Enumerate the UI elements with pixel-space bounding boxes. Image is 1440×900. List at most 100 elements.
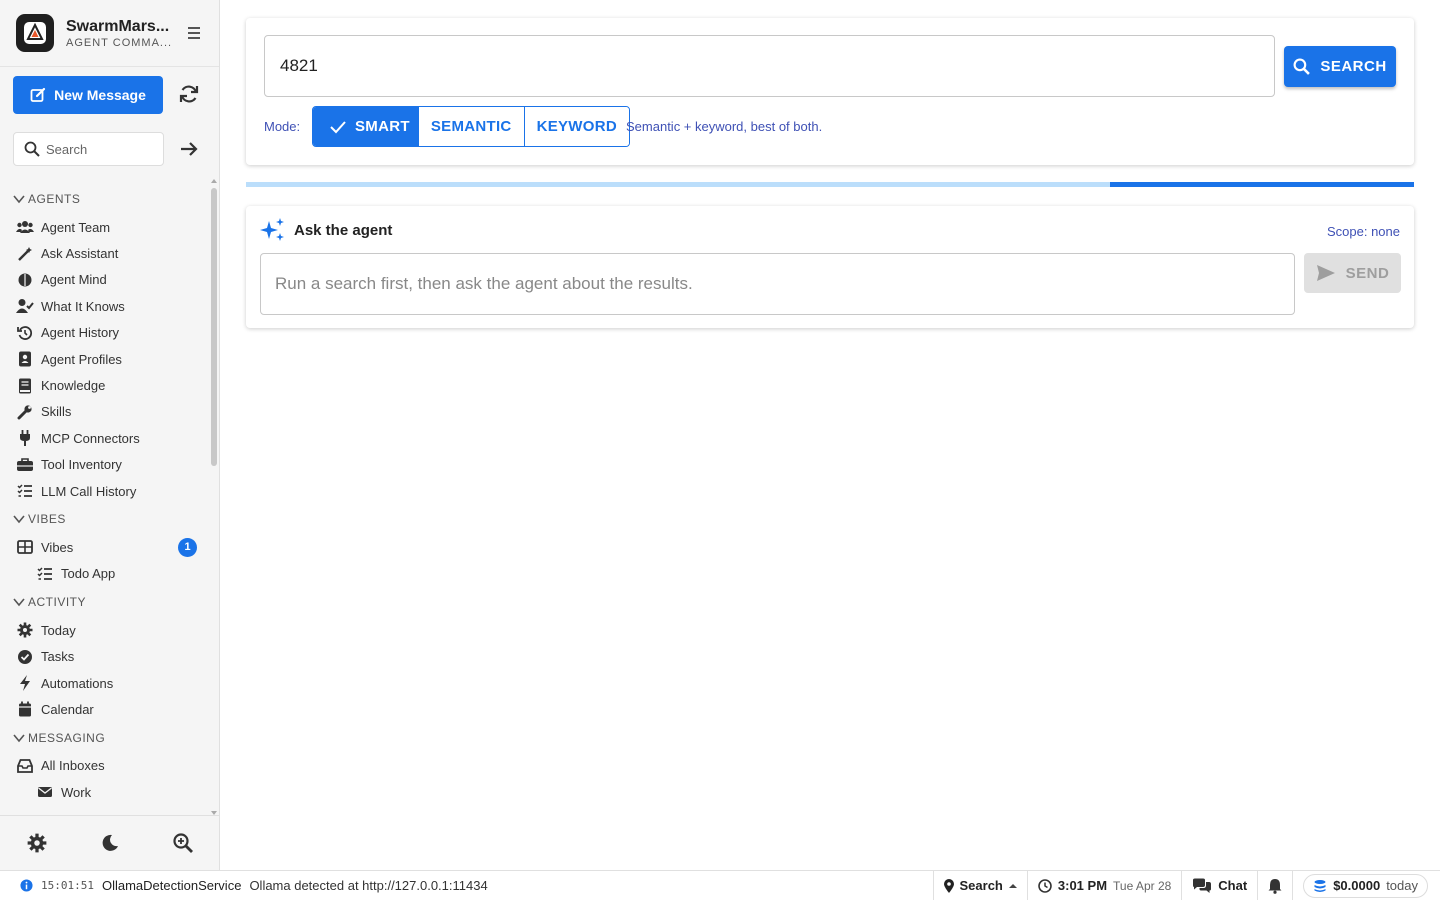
edit-icon <box>30 87 46 102</box>
arrow-right-icon[interactable] <box>178 138 200 160</box>
app-logo <box>16 14 54 52</box>
info-icon <box>20 879 33 892</box>
brain-icon <box>16 272 34 288</box>
app-title: SwarmMars... <box>66 17 170 35</box>
sidebar-item-agent-profiles[interactable]: Agent Profiles <box>0 346 210 372</box>
ask-agent-title: Ask the agent <box>294 221 393 239</box>
list-check-icon <box>16 483 34 499</box>
status-clock[interactable]: 3:01 PM Tue Apr 28 <box>1026 870 1181 900</box>
search-panel: SEARCH Mode: SMART SEMANTIC KEYWORD Sema… <box>246 18 1414 165</box>
status-chat[interactable]: Chat <box>1181 870 1257 900</box>
history-icon <box>16 325 34 341</box>
map-pin-icon <box>943 878 954 893</box>
section-agents[interactable]: AGENTS <box>0 184 210 214</box>
clock-icon <box>1038 878 1052 893</box>
sidebar-item-ask-assistant[interactable]: Ask Assistant <box>0 240 210 266</box>
grid-icon <box>16 539 34 555</box>
search-button[interactable]: SEARCH <box>1284 46 1396 87</box>
envelope-icon <box>36 784 54 800</box>
new-message-button[interactable]: New Message <box>13 76 163 114</box>
log-time: 15:01:51 <box>41 879 94 892</box>
status-bar: 15:01:51 OllamaDetectionService Ollama d… <box>0 870 1440 900</box>
new-message-label: New Message <box>54 87 146 103</box>
check-icon <box>330 120 346 133</box>
send-button[interactable]: SEND <box>1304 253 1401 293</box>
sidebar-item-all-inboxes[interactable]: All Inboxes <box>0 753 210 779</box>
log-message: Ollama detected at http://127.0.0.1:1143… <box>249 878 488 893</box>
section-activity[interactable]: ACTIVITY <box>0 587 210 617</box>
sidebar-footer <box>0 815 219 870</box>
ask-agent-panel: Ask the agent Scope: none SEND <box>246 206 1414 328</box>
refresh-icon[interactable] <box>177 82 201 106</box>
inbox-icon <box>16 758 34 774</box>
search-button-label: SEARCH <box>1320 58 1387 75</box>
sidebar-item-mcp-connectors[interactable]: MCP Connectors <box>0 425 210 451</box>
chevron-down-icon <box>13 734 25 742</box>
magic-wand-icon <box>16 246 34 262</box>
search-icon <box>24 141 40 157</box>
settings-icon[interactable] <box>26 832 48 854</box>
toolbox-icon <box>16 457 34 473</box>
sidebar-scrollbar[interactable] <box>210 178 218 816</box>
id-card-icon <box>16 351 34 367</box>
search-query-input[interactable] <box>264 35 1275 97</box>
mode-hint: Semantic + keyword, best of both. <box>626 119 823 134</box>
section-messaging[interactable]: MESSAGING <box>0 723 210 753</box>
sidebar-item-todo-app[interactable]: Todo App <box>0 561 210 587</box>
app-subtitle: AGENT COMMA... <box>66 36 173 49</box>
sidebar-item-agent-mind[interactable]: Agent Mind <box>0 267 210 293</box>
status-cost-segment: $0.0000 today <box>1292 870 1440 900</box>
sidebar-item-today[interactable]: Today <box>0 617 210 643</box>
ask-agent-input[interactable] <box>260 253 1295 315</box>
caret-up-icon <box>1008 883 1017 888</box>
sidebar-search <box>13 132 164 166</box>
bell-icon <box>1268 878 1282 894</box>
status-log[interactable]: 15:01:51 OllamaDetectionService Ollama d… <box>0 878 933 893</box>
chevron-down-icon <box>13 195 25 204</box>
section-vibes[interactable]: VIBES <box>0 504 210 534</box>
gear-icon <box>16 622 34 638</box>
mode-toggle-group: SMART SEMANTIC KEYWORD <box>312 106 630 147</box>
sidebar-item-calendar[interactable]: Calendar <box>0 696 210 722</box>
sidebar: SwarmMars... AGENT COMMA... New Message … <box>0 0 220 870</box>
sidebar-item-vibes[interactable]: Vibes 1 <box>0 534 210 560</box>
mode-semantic-button[interactable]: SEMANTIC <box>417 107 524 146</box>
calendar-icon <box>16 701 34 717</box>
chevron-down-icon <box>13 515 25 524</box>
bolt-icon <box>16 675 34 692</box>
menu-icon[interactable] <box>185 27 203 39</box>
moon-icon[interactable] <box>99 832 121 854</box>
status-notifications[interactable] <box>1257 870 1292 900</box>
chevron-down-icon <box>13 598 25 607</box>
sidebar-item-llm-call-history[interactable]: LLM Call History <box>0 478 210 504</box>
cost-pill[interactable]: $0.0000 today <box>1303 873 1428 898</box>
plug-icon <box>16 430 34 447</box>
vibes-count-badge: 1 <box>178 537 197 557</box>
status-search[interactable]: Search <box>932 870 1027 900</box>
sidebar-search-input[interactable] <box>46 141 156 157</box>
sidebar-item-tasks[interactable]: Tasks <box>0 643 210 669</box>
search-progress-fill <box>1110 182 1414 187</box>
sidebar-item-agent-history[interactable]: Agent History <box>0 320 210 346</box>
log-source: OllamaDetectionService <box>101 878 242 893</box>
sidebar-nav: AGENTS Agent Team Ask Assistant Agent Mi… <box>0 184 210 816</box>
user-check-icon <box>16 298 34 314</box>
zoom-in-icon[interactable] <box>172 832 194 854</box>
mode-label: Mode: <box>264 119 301 134</box>
wrench-icon <box>16 404 34 420</box>
sidebar-item-work[interactable]: Work <box>0 779 210 805</box>
mode-keyword-button[interactable]: KEYWORD <box>523 107 629 146</box>
search-progress-bar <box>246 182 1414 187</box>
list-check-icon <box>36 566 54 582</box>
sidebar-item-tool-inventory[interactable]: Tool Inventory <box>0 452 210 478</box>
sidebar-item-what-it-knows[interactable]: What It Knows <box>0 293 210 319</box>
sidebar-item-skills[interactable]: Skills <box>0 399 210 425</box>
users-icon <box>16 219 34 235</box>
sparkles-icon <box>260 218 284 241</box>
sidebar-item-agent-team[interactable]: Agent Team <box>0 214 210 240</box>
brand-header: SwarmMars... AGENT COMMA... <box>0 0 219 67</box>
mode-smart-button[interactable]: SMART <box>313 107 418 146</box>
sidebar-item-automations[interactable]: Automations <box>0 670 210 696</box>
sidebar-item-knowledge[interactable]: Knowledge <box>0 372 210 398</box>
sidebar-scroll-thumb[interactable] <box>211 188 217 466</box>
